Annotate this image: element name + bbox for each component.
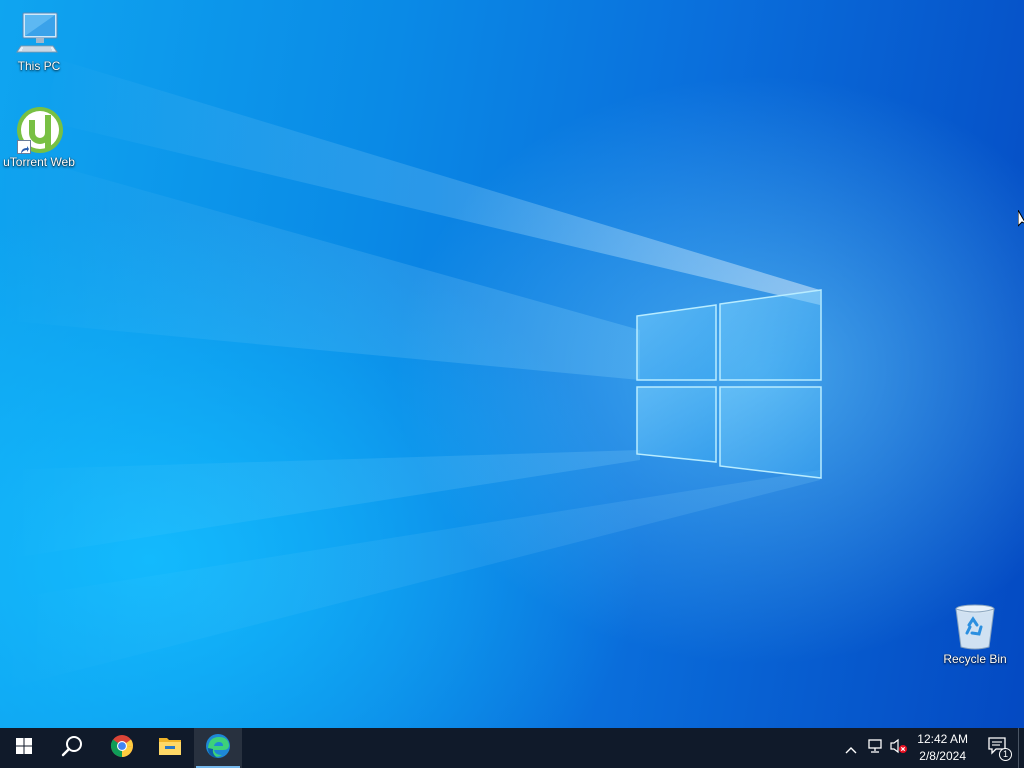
network-icon (867, 738, 883, 758)
computer-icon (15, 10, 63, 58)
clock[interactable]: 12:42 AM 2/8/2024 (911, 731, 978, 765)
edge-icon (205, 733, 231, 763)
desktop-icon-label: This PC (17, 59, 61, 73)
mouse-cursor-icon (1017, 208, 1024, 234)
desktop-icon-this-pc[interactable]: This PC (1, 10, 77, 73)
utorrent-icon (15, 106, 63, 154)
system-tray: 12:42 AM 2/8/2024 1 (839, 728, 1024, 768)
show-hidden-icons-button[interactable] (839, 728, 863, 768)
volume-button[interactable] (887, 728, 911, 768)
recycle-bin-icon (951, 603, 999, 651)
wallpaper-beams (0, 60, 822, 690)
desktop-icon-utorrent-web[interactable]: uTorrent Web (1, 106, 77, 169)
desktop-icon-label: uTorrent Web (3, 155, 75, 169)
chevron-up-icon (845, 739, 857, 758)
action-center-button[interactable]: 1 (978, 728, 1018, 768)
taskbar-file-explorer[interactable] (146, 728, 194, 768)
notification-count-badge: 1 (999, 748, 1012, 761)
wallpaper-windows-logo (636, 289, 822, 479)
taskbar: 12:42 AM 2/8/2024 1 (0, 728, 1024, 768)
search-icon (61, 735, 83, 761)
desktop-icon-label: Recycle Bin (943, 652, 1007, 666)
windows-logo-icon (16, 738, 32, 758)
shortcut-arrow-icon (17, 140, 31, 154)
start-button[interactable] (0, 728, 48, 768)
chrome-icon (110, 734, 134, 762)
taskbar-chrome[interactable] (98, 728, 146, 768)
show-desktop-button[interactable] (1018, 728, 1024, 768)
desktop-icon-recycle-bin[interactable]: Recycle Bin (937, 603, 1013, 666)
volume-muted-icon (890, 738, 908, 758)
clock-time: 12:42 AM (917, 732, 968, 746)
search-button[interactable] (48, 728, 96, 768)
network-button[interactable] (863, 728, 887, 768)
taskbar-edge[interactable] (194, 728, 242, 768)
desktop: This PC uTorrent Web Recycle Bin (0, 0, 1024, 728)
folder-icon (158, 735, 182, 761)
clock-date: 2/8/2024 (919, 749, 966, 763)
